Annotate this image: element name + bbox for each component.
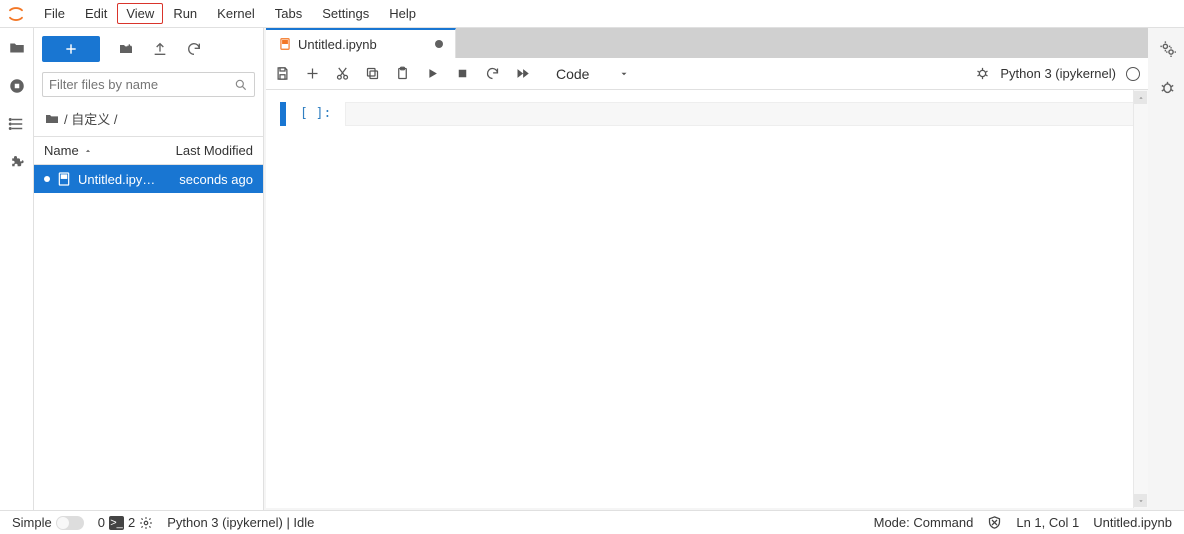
file-name: Untitled.ipy… xyxy=(78,172,155,187)
folder-icon[interactable] xyxy=(7,38,27,58)
file-list: Untitled.ipy… seconds ago xyxy=(34,165,263,510)
content-area: Untitled.ipynb Code xyxy=(264,28,1184,510)
kernel-info[interactable]: Python 3 (ipykernel) xyxy=(975,66,1140,81)
activity-bar xyxy=(0,28,34,510)
status-counts[interactable]: 0 >_ 2 xyxy=(98,515,153,530)
paste-icon[interactable] xyxy=(394,66,410,82)
tab-bar: Untitled.ipynb xyxy=(266,28,1148,58)
right-activity-bar xyxy=(1150,28,1184,510)
cell-marker xyxy=(280,102,286,126)
menu-help[interactable]: Help xyxy=(379,2,426,25)
file-list-header: Name Last Modified xyxy=(34,136,263,165)
unsaved-indicator-icon xyxy=(435,40,443,48)
menu-file[interactable]: File xyxy=(34,2,75,25)
cursor-position: Ln 1, Col 1 xyxy=(1016,515,1079,530)
notebook-icon xyxy=(278,37,292,51)
code-cell[interactable]: [ ]: xyxy=(280,102,1134,126)
running-indicator-icon xyxy=(44,176,50,182)
new-launcher-button[interactable] xyxy=(42,36,100,62)
jupyter-logo xyxy=(6,4,26,24)
mode-indicator: Mode: Command xyxy=(874,515,974,530)
simple-mode-toggle[interactable]: Simple xyxy=(12,515,84,530)
folder-icon xyxy=(44,111,60,127)
bug-icon[interactable] xyxy=(975,66,990,81)
column-modified[interactable]: Last Modified xyxy=(176,143,253,158)
scrollbar[interactable] xyxy=(1133,90,1148,508)
gear-icon xyxy=(139,516,153,530)
restart-run-all-icon[interactable] xyxy=(514,66,530,82)
running-icon[interactable] xyxy=(7,76,27,96)
file-modified: seconds ago xyxy=(179,172,253,187)
copy-icon[interactable] xyxy=(364,66,380,82)
menu-view[interactable]: View xyxy=(117,3,163,24)
new-folder-icon[interactable] xyxy=(118,41,134,57)
statusbar: Simple 0 >_ 2 Python 3 (ipykernel) | Idl… xyxy=(0,510,1184,534)
menubar: File Edit View Run Kernel Tabs Settings … xyxy=(0,0,1184,28)
cell-input[interactable] xyxy=(345,102,1134,126)
menu-run[interactable]: Run xyxy=(163,2,207,25)
debugger-icon[interactable] xyxy=(1159,79,1176,96)
scroll-down-icon[interactable] xyxy=(1134,494,1147,507)
upload-icon[interactable] xyxy=(152,41,168,57)
add-cell-icon[interactable] xyxy=(304,66,320,82)
refresh-icon[interactable] xyxy=(186,41,202,57)
menu-tabs[interactable]: Tabs xyxy=(265,2,312,25)
chevron-down-icon xyxy=(619,69,629,79)
menu-edit[interactable]: Edit xyxy=(75,2,117,25)
filebrowser-toolbar xyxy=(34,28,263,68)
run-icon[interactable] xyxy=(424,66,440,82)
search-icon xyxy=(234,78,248,92)
terminal-badge-icon: >_ xyxy=(109,516,124,530)
kernel-status-icon[interactable] xyxy=(1126,67,1140,81)
tab-title: Untitled.ipynb xyxy=(298,37,377,52)
filebrowser-panel: / 自定义 / Name Last Modified Untitled.ipy…… xyxy=(34,28,264,510)
breadcrumb[interactable]: / 自定义 / xyxy=(34,101,263,136)
celltype-selector[interactable]: Code xyxy=(552,64,633,84)
save-icon[interactable] xyxy=(274,66,290,82)
notebook-trust-icon[interactable] xyxy=(987,515,1002,530)
notebook-icon xyxy=(56,171,72,187)
column-name[interactable]: Name xyxy=(44,143,93,158)
menu-kernel[interactable]: Kernel xyxy=(207,2,265,25)
toc-icon[interactable] xyxy=(7,114,27,134)
file-item-selected[interactable]: Untitled.ipy… seconds ago xyxy=(34,165,263,193)
kernel-status[interactable]: Python 3 (ipykernel) | Idle xyxy=(167,515,314,530)
restart-icon[interactable] xyxy=(484,66,500,82)
tab-notebook[interactable]: Untitled.ipynb xyxy=(266,28,456,58)
kernel-name: Python 3 (ipykernel) xyxy=(1000,66,1116,81)
cell-prompt: [ ]: xyxy=(294,102,337,126)
toggle-switch[interactable] xyxy=(56,516,84,530)
stop-icon[interactable] xyxy=(454,66,470,82)
status-filename: Untitled.ipynb xyxy=(1093,515,1172,530)
filter-input[interactable] xyxy=(49,77,234,92)
sort-asc-icon xyxy=(83,146,93,156)
notebook-toolbar: Code Python 3 (ipykernel) xyxy=(266,58,1148,90)
menu-settings[interactable]: Settings xyxy=(312,2,379,25)
extensions-icon[interactable] xyxy=(7,152,27,172)
notebook-body[interactable]: [ ]: xyxy=(266,90,1148,508)
property-inspector-icon[interactable] xyxy=(1159,40,1176,57)
cut-icon[interactable] xyxy=(334,66,350,82)
filter-box[interactable] xyxy=(42,72,255,97)
scroll-up-icon[interactable] xyxy=(1134,91,1147,104)
breadcrumb-path: / 自定义 / xyxy=(64,109,117,128)
